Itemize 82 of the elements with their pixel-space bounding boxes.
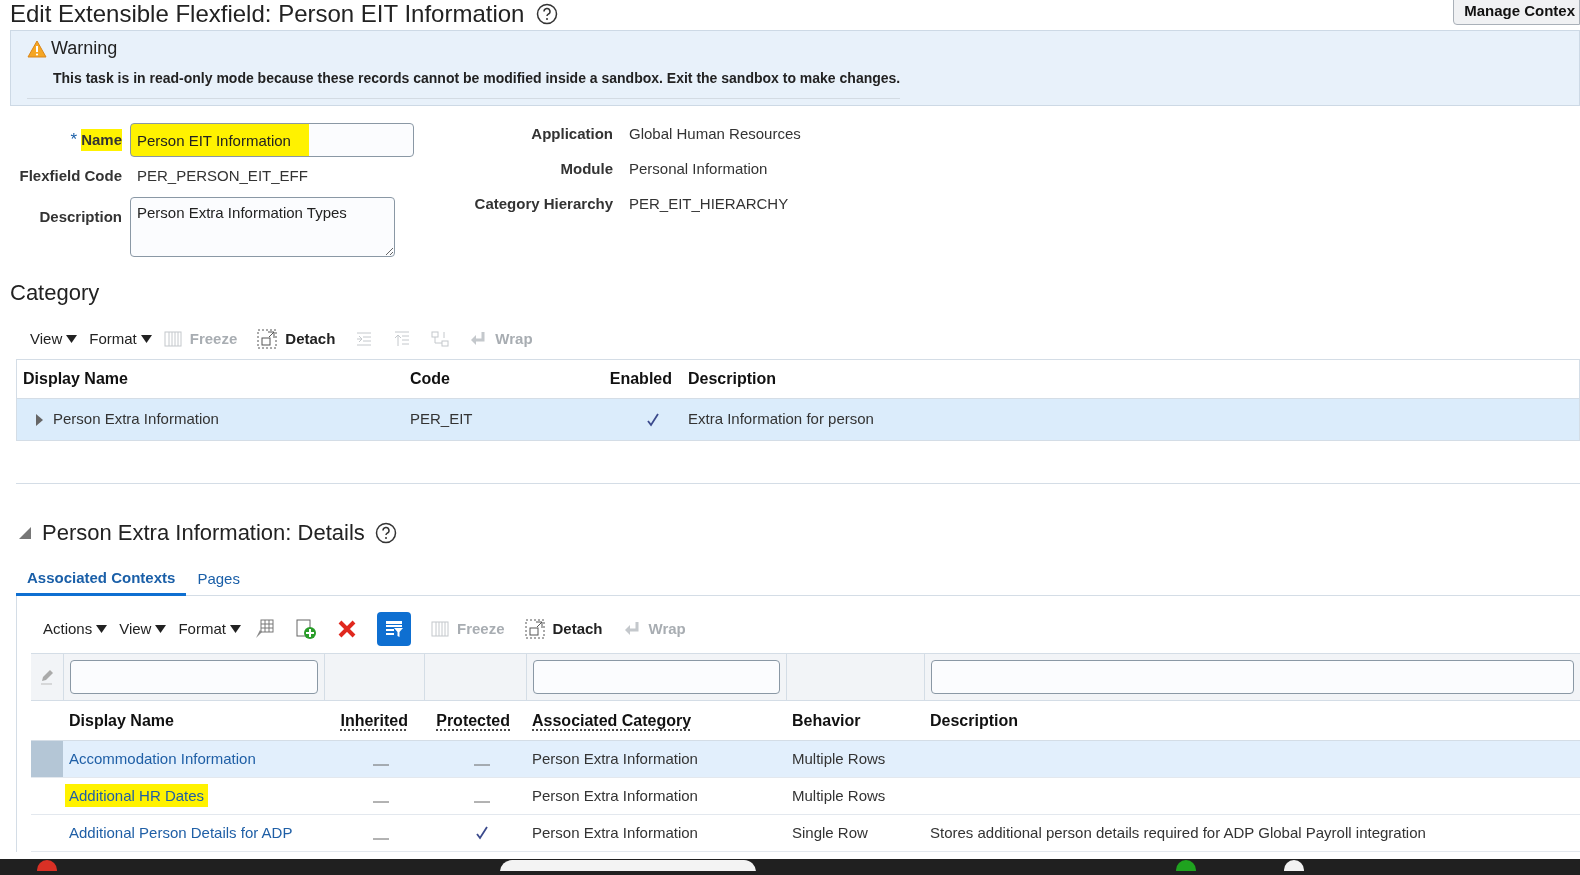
- description-field[interactable]: Person Extra Information Types: [130, 197, 395, 257]
- section-heading: Category: [10, 279, 101, 307]
- toolbar-icon-button[interactable]: [294, 618, 317, 640]
- toolbar-button[interactable]: Detach: [257, 327, 336, 351]
- caret-icon: [229, 625, 241, 633]
- table-cell-text: PER_EIT: [409, 409, 474, 430]
- columns-icon: [163, 330, 182, 348]
- table-cell-text: Multiple Rows: [791, 785, 887, 806]
- table-cell-text: Single Row: [791, 822, 869, 843]
- field-value: Global Human Resources: [629, 124, 801, 144]
- table-row[interactable]: Accommodation Information Person Extra Information Multiple Rows: [31, 741, 1580, 778]
- hierarchy-icon: [431, 330, 450, 348]
- filter-icon: [383, 619, 404, 639]
- field-value: PER_EIT_HIERARCHY: [629, 194, 790, 214]
- menu-button[interactable]: Format: [178, 617, 241, 641]
- column-header: Code: [409, 369, 451, 389]
- field-label: Module: [559, 159, 613, 179]
- filter-button[interactable]: [376, 612, 411, 646]
- menu-button[interactable]: View: [30, 327, 78, 351]
- tab[interactable]: Associated Contexts: [16, 563, 187, 596]
- detach-icon: [257, 329, 278, 349]
- context-link[interactable]: Accommodation Information: [69, 749, 256, 767]
- flexfield-code-value: PER_PERSON_EIT_EFF: [136, 165, 309, 186]
- filter-field[interactable]: [533, 660, 780, 694]
- tab[interactable]: Pages: [186, 563, 251, 596]
- column-header: Display Name: [68, 710, 175, 731]
- columns-icon: [430, 620, 449, 638]
- toolbar-button[interactable]: Detach: [524, 617, 603, 641]
- help-icon[interactable]: [536, 3, 559, 25]
- menu-button[interactable]: View: [119, 617, 167, 641]
- table-cell-text: Extra Information for person: [687, 409, 875, 430]
- caret-icon: [155, 625, 167, 633]
- add-row-icon: [294, 618, 317, 640]
- caret-icon: [96, 625, 108, 633]
- outdent-icon: [393, 330, 412, 348]
- search-bar-icon[interactable]: [500, 859, 756, 871]
- filter-field[interactable]: [931, 660, 1574, 694]
- field-value: Personal Information: [629, 159, 769, 179]
- column-header: Protected: [435, 710, 511, 731]
- column-header: Associated Category: [531, 710, 693, 731]
- column-header: Behavior: [791, 710, 862, 731]
- column-header: Display Name: [22, 369, 129, 389]
- filter-field[interactable]: [70, 660, 318, 694]
- menu-button[interactable]: Format: [89, 327, 152, 351]
- name-label: Name: [81, 128, 122, 152]
- indent-icon: [355, 330, 374, 348]
- column-header: Enabled: [608, 369, 673, 389]
- warning-message: This task is in read-only mode because these records cannot be modified inside a sandbox. Exit the sandbox to make changes.: [53, 69, 901, 88]
- warning-icon: [27, 39, 47, 58]
- table-cell-text: Multiple Rows: [791, 748, 887, 769]
- name-field[interactable]: Person EIT Information: [130, 123, 414, 157]
- expand-icon[interactable]: [35, 413, 43, 426]
- table-cell-text: Person Extra Information: [531, 785, 699, 806]
- column-header: Inherited: [339, 710, 409, 731]
- menu-button[interactable]: Actions: [43, 617, 108, 641]
- toolbar-icon-button[interactable]: [336, 619, 357, 639]
- column-header: Description: [687, 369, 777, 389]
- page-title: Edit Extensible Flexfield: Person EIT Information: [10, 0, 525, 29]
- warning-heading: Warning: [51, 37, 118, 60]
- help-icon[interactable]: [374, 521, 397, 544]
- app-icon[interactable]: [1283, 859, 1305, 871]
- pencil-icon: [39, 669, 55, 685]
- collapse-icon[interactable]: [18, 525, 32, 540]
- context-link[interactable]: Additional HR Dates: [65, 783, 209, 807]
- field-label: Description: [38, 207, 122, 227]
- column-header: Description: [929, 710, 1019, 731]
- section-heading: Person Extra Information: Details: [42, 519, 365, 547]
- detach-icon: [524, 619, 545, 639]
- manage-contexts-button[interactable]: Manage Contex: [1453, 0, 1580, 25]
- caret-icon: [140, 335, 152, 343]
- field-label: Application: [530, 124, 613, 144]
- table-cell-text: Person Extra Information: [531, 822, 699, 843]
- field-label: Category Hierarchy: [474, 194, 613, 214]
- table-row[interactable]: Person Extra Information PER_EIT Extra Information for person: [17, 399, 1579, 440]
- context-link[interactable]: Additional Person Details for ADP: [69, 823, 293, 841]
- table-cell-text: Person Extra Information: [53, 409, 219, 430]
- table-cell-text: Stores additional person details required for ADP Global Payroll integration: [929, 822, 1427, 843]
- table-cell-text: Person Extra Information: [531, 748, 699, 769]
- required-mark: *: [70, 129, 78, 152]
- field-label: Flexfield Code: [18, 166, 122, 186]
- caret-icon: [66, 335, 78, 343]
- delete-icon: [336, 619, 357, 639]
